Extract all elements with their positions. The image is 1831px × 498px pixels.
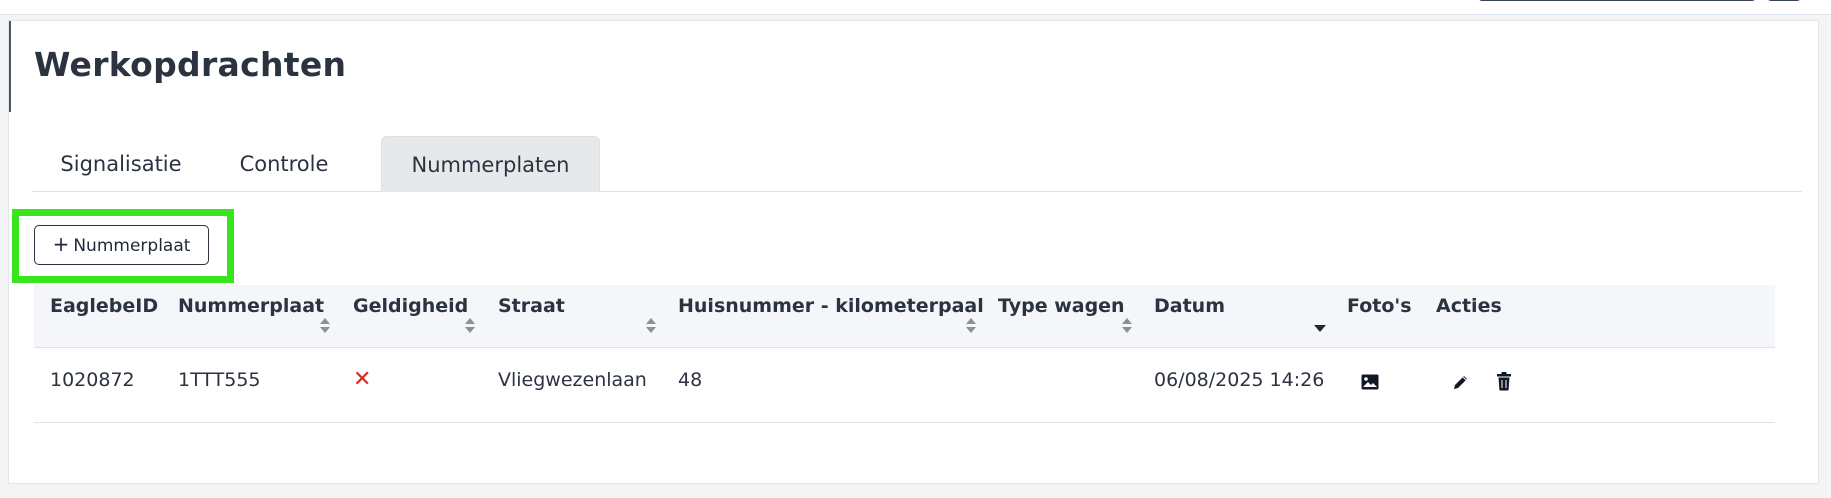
column-header-acties: Acties: [1436, 295, 1502, 317]
tab-nummerplaten[interactable]: Nummerplaten: [381, 136, 600, 192]
sort-descending-icon[interactable]: [1314, 325, 1326, 332]
column-header-datum[interactable]: Datum: [1154, 285, 1225, 348]
nummerplaten-table: EaglebeID Nummerplaat Geldigheid Straat …: [34, 285, 1775, 423]
cell-straat: Vliegwezenlaan: [498, 369, 647, 391]
sort-icon[interactable]: [1122, 318, 1132, 334]
column-header-type-wagen[interactable]: Type wagen: [998, 285, 1125, 348]
column-header-fotos: Foto's: [1347, 295, 1412, 317]
add-nummerplaat-label: Nummerplaat: [73, 236, 191, 256]
cell-nummerplaat: 1TTT555: [178, 369, 261, 391]
invalid-x-icon: ✕: [353, 367, 372, 392]
cell-eaglebeid: 1020872: [50, 369, 135, 391]
table-row: 1020872 1TTT555 ✕ Vliegwezenlaan 48 06/0…: [34, 348, 1775, 423]
plus-icon: +: [52, 232, 70, 256]
image-icon[interactable]: [1361, 374, 1379, 390]
trash-icon[interactable]: [1496, 372, 1512, 391]
sort-icon[interactable]: [966, 318, 976, 334]
tab-signalisatie[interactable]: Signalisatie: [32, 136, 210, 192]
cell-huisnummer: 48: [678, 369, 703, 391]
table-header: EaglebeID Nummerplaat Geldigheid Straat …: [34, 285, 1775, 348]
top-button[interactable]: [1767, 0, 1801, 1]
sort-icon[interactable]: [465, 318, 475, 334]
sort-icon[interactable]: [646, 318, 656, 334]
column-header-eaglebeid[interactable]: EaglebeID: [50, 285, 158, 348]
card-accent-bar: [9, 21, 11, 112]
column-header-geldigheid[interactable]: Geldigheid: [353, 285, 468, 348]
sort-icon[interactable]: [320, 318, 330, 334]
cell-datum: 06/08/2025 14:26: [1154, 369, 1325, 391]
column-header-straat[interactable]: Straat: [498, 285, 565, 348]
top-bar: [0, 0, 1831, 15]
tab-bar: Signalisatie Controle Nummerplaten: [32, 136, 1802, 192]
column-header-nummerplaat[interactable]: Nummerplaat: [178, 285, 324, 348]
tab-controle[interactable]: Controle: [210, 136, 358, 192]
top-search-input[interactable]: [1478, 0, 1756, 1]
add-nummerplaat-button[interactable]: + Nummerplaat: [34, 225, 209, 265]
column-header-huisnummer[interactable]: Huisnummer - kilometerpaal: [678, 285, 984, 348]
page-title: Werkopdrachten: [34, 45, 347, 84]
edit-pencil-icon[interactable]: [1452, 373, 1470, 391]
